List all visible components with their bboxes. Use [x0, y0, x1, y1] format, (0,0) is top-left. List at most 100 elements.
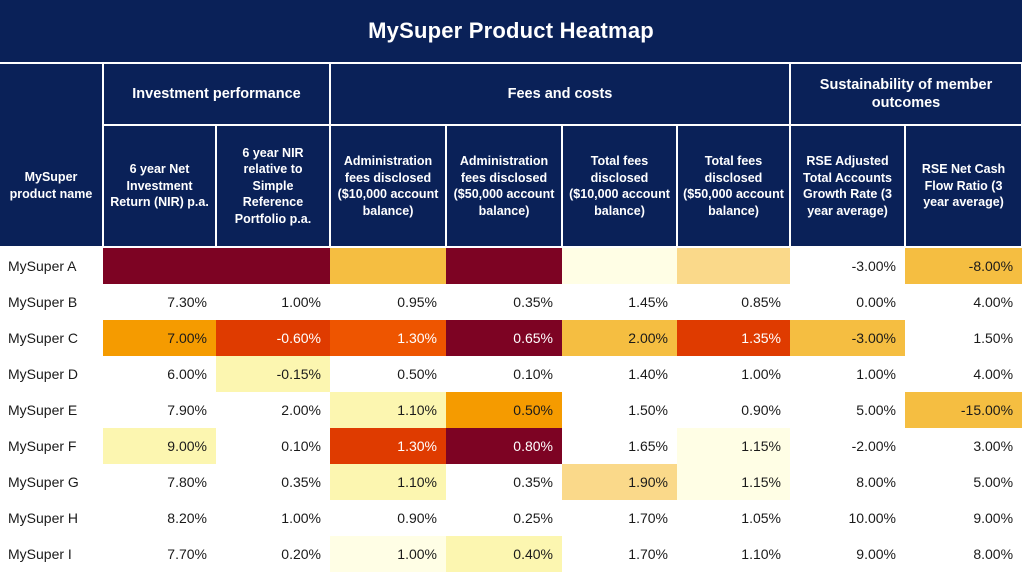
cell-nir-6yr: 7.00% — [103, 320, 216, 356]
cell-admin-fees-50k: 0.10% — [446, 356, 562, 392]
row-label-mysuper-c: MySuper C — [0, 320, 103, 356]
cell-rse-accounts-growth: 10.00% — [790, 500, 905, 536]
row-label-mysuper-f: MySuper F — [0, 428, 103, 464]
table-body: MySuper A -3.00% -8.00% MySuper B 7.30% 1.00%… — [0, 247, 1022, 572]
cell-total-fees-50k: 1.10% — [677, 536, 790, 572]
cell-total-fees-50k: 1.05% — [677, 500, 790, 536]
row-label-mysuper-d: MySuper D — [0, 356, 103, 392]
cell-nir-vs-srp: 0.35% — [216, 464, 330, 500]
group-header-investment-performance: Investment performance — [102, 63, 331, 126]
row-label-mysuper-i: MySuper I — [0, 536, 103, 572]
cell-total-fees-50k: 0.85% — [677, 284, 790, 320]
cell-nir-vs-srp: -0.60% — [216, 320, 330, 356]
cell-nir-6yr: 7.90% — [103, 392, 216, 428]
cell-nir-vs-srp: 1.00% — [216, 284, 330, 320]
cell-admin-fees-50k: 0.50% — [446, 392, 562, 428]
column-header-total-fees-10k: Total fees disclosed ($10,000 account ba… — [561, 125, 678, 248]
cell-rse-net-cash-flow: 8.00% — [905, 536, 1022, 572]
column-header-row: MySuper product name 6 year Net Investme… — [0, 125, 1022, 248]
cell-total-fees-10k: 1.65% — [562, 428, 677, 464]
cell-admin-fees-10k: 1.30% — [330, 320, 446, 356]
cell-rse-accounts-growth: 8.00% — [790, 464, 905, 500]
cell-nir-6yr — [103, 247, 216, 284]
cell-nir-vs-srp: 0.10% — [216, 428, 330, 464]
cell-total-fees-10k: 1.40% — [562, 356, 677, 392]
cell-rse-net-cash-flow: 5.00% — [905, 464, 1022, 500]
cell-total-fees-10k — [562, 247, 677, 284]
cell-nir-vs-srp: 0.20% — [216, 536, 330, 572]
cell-nir-6yr: 7.70% — [103, 536, 216, 572]
cell-rse-accounts-growth: 9.00% — [790, 536, 905, 572]
mysuper-product-heatmap-table: MySuper Product Heatmap Investment perfo… — [0, 0, 1022, 572]
table-row: MySuper H 8.20% 1.00% 0.90% 0.25% 1.70% 1.05% 1… — [0, 500, 1022, 536]
cell-total-fees-50k: 1.15% — [677, 464, 790, 500]
cell-admin-fees-10k: 1.00% — [330, 536, 446, 572]
column-header-rse-accounts-growth: RSE Adjusted Total Accounts Growth Rate … — [789, 125, 906, 248]
cell-rse-net-cash-flow: 4.00% — [905, 284, 1022, 320]
cell-rse-accounts-growth: 1.00% — [790, 356, 905, 392]
cell-admin-fees-50k: 0.35% — [446, 464, 562, 500]
cell-total-fees-50k: 1.00% — [677, 356, 790, 392]
cell-total-fees-50k: 1.15% — [677, 428, 790, 464]
column-header-admin-fees-50k: Administration fees disclosed ($50,000 a… — [445, 125, 563, 248]
table-header: MySuper Product Heatmap Investment perfo… — [0, 0, 1022, 248]
cell-admin-fees-50k: 0.25% — [446, 500, 562, 536]
cell-nir-vs-srp: 1.00% — [216, 500, 330, 536]
cell-admin-fees-10k: 0.95% — [330, 284, 446, 320]
cell-admin-fees-50k — [446, 247, 562, 284]
row-label-mysuper-a: MySuper A — [0, 247, 103, 284]
column-header-nir-6yr: 6 year Net Investment Return (NIR) p.a. — [102, 125, 217, 248]
cell-rse-net-cash-flow: 9.00% — [905, 500, 1022, 536]
cell-admin-fees-10k — [330, 247, 446, 284]
column-header-total-fees-50k: Total fees disclosed ($50,000 account ba… — [676, 125, 791, 248]
cell-total-fees-10k: 1.50% — [562, 392, 677, 428]
table-row: MySuper F 9.00% 0.10% 1.30% 0.80% 1.65% 1.15% -… — [0, 428, 1022, 464]
cell-rse-net-cash-flow: -15.00% — [905, 392, 1022, 428]
cell-nir-6yr: 9.00% — [103, 428, 216, 464]
cell-admin-fees-50k: 0.65% — [446, 320, 562, 356]
cell-rse-accounts-growth: -3.00% — [790, 320, 905, 356]
table-row: MySuper C 7.00% -0.60% 1.30% 0.65% 2.00% 1.35%… — [0, 320, 1022, 356]
table-row: MySuper I 7.70% 0.20% 1.00% 0.40% 1.70% 1.10% 9… — [0, 536, 1022, 572]
cell-nir-vs-srp — [216, 247, 330, 284]
column-header-product-name: MySuper product name — [0, 125, 104, 248]
cell-rse-accounts-growth: 5.00% — [790, 392, 905, 428]
column-header-admin-fees-10k: Administration fees disclosed ($10,000 a… — [329, 125, 447, 248]
cell-total-fees-10k: 1.70% — [562, 500, 677, 536]
cell-admin-fees-10k: 1.10% — [330, 464, 446, 500]
cell-admin-fees-10k: 1.10% — [330, 392, 446, 428]
title-row: MySuper Product Heatmap — [0, 0, 1022, 64]
cell-nir-vs-srp: 2.00% — [216, 392, 330, 428]
cell-nir-6yr: 7.80% — [103, 464, 216, 500]
cell-admin-fees-10k: 0.90% — [330, 500, 446, 536]
cell-nir-6yr: 8.20% — [103, 500, 216, 536]
cell-rse-accounts-growth: -2.00% — [790, 428, 905, 464]
cell-total-fees-10k: 1.90% — [562, 464, 677, 500]
row-label-mysuper-e: MySuper E — [0, 392, 103, 428]
column-header-rse-net-cash-flow: RSE Net Cash Flow Ratio (3 year average) — [903, 125, 1022, 248]
cell-admin-fees-50k: 0.40% — [446, 536, 562, 572]
cell-total-fees-10k: 1.45% — [562, 284, 677, 320]
cell-total-fees-10k: 1.70% — [562, 536, 677, 572]
cell-total-fees-50k — [677, 247, 790, 284]
table-row: MySuper D 6.00% -0.15% 0.50% 0.10% 1.40% 1.00%… — [0, 356, 1022, 392]
cell-rse-net-cash-flow: 4.00% — [905, 356, 1022, 392]
column-header-nir-vs-srp: 6 year NIR relative to Simple Reference … — [215, 125, 331, 248]
cell-rse-accounts-growth: 0.00% — [790, 284, 905, 320]
table-row: MySuper G 7.80% 0.35% 1.10% 0.35% 1.90% 1.15% 8… — [0, 464, 1022, 500]
cell-admin-fees-50k: 0.80% — [446, 428, 562, 464]
cell-rse-net-cash-flow: 1.50% — [905, 320, 1022, 356]
group-header-row: Investment performance Fees and costs Su… — [0, 63, 1022, 126]
table-row: MySuper E 7.90% 2.00% 1.10% 0.50% 1.50% 0.90% 5… — [0, 392, 1022, 428]
cell-admin-fees-50k: 0.35% — [446, 284, 562, 320]
row-label-mysuper-h: MySuper H — [0, 500, 103, 536]
table-row: MySuper B 7.30% 1.00% 0.95% 0.35% 1.45% 0.85% 0… — [0, 284, 1022, 320]
group-header-blank — [0, 63, 104, 125]
cell-rse-accounts-growth: -3.00% — [790, 247, 905, 284]
table-row: MySuper A -3.00% -8.00% — [0, 247, 1022, 284]
cell-nir-6yr: 7.30% — [103, 284, 216, 320]
row-label-mysuper-b: MySuper B — [0, 284, 103, 320]
cell-rse-net-cash-flow: 3.00% — [905, 428, 1022, 464]
cell-total-fees-50k: 0.90% — [677, 392, 790, 428]
cell-total-fees-50k: 1.35% — [677, 320, 790, 356]
